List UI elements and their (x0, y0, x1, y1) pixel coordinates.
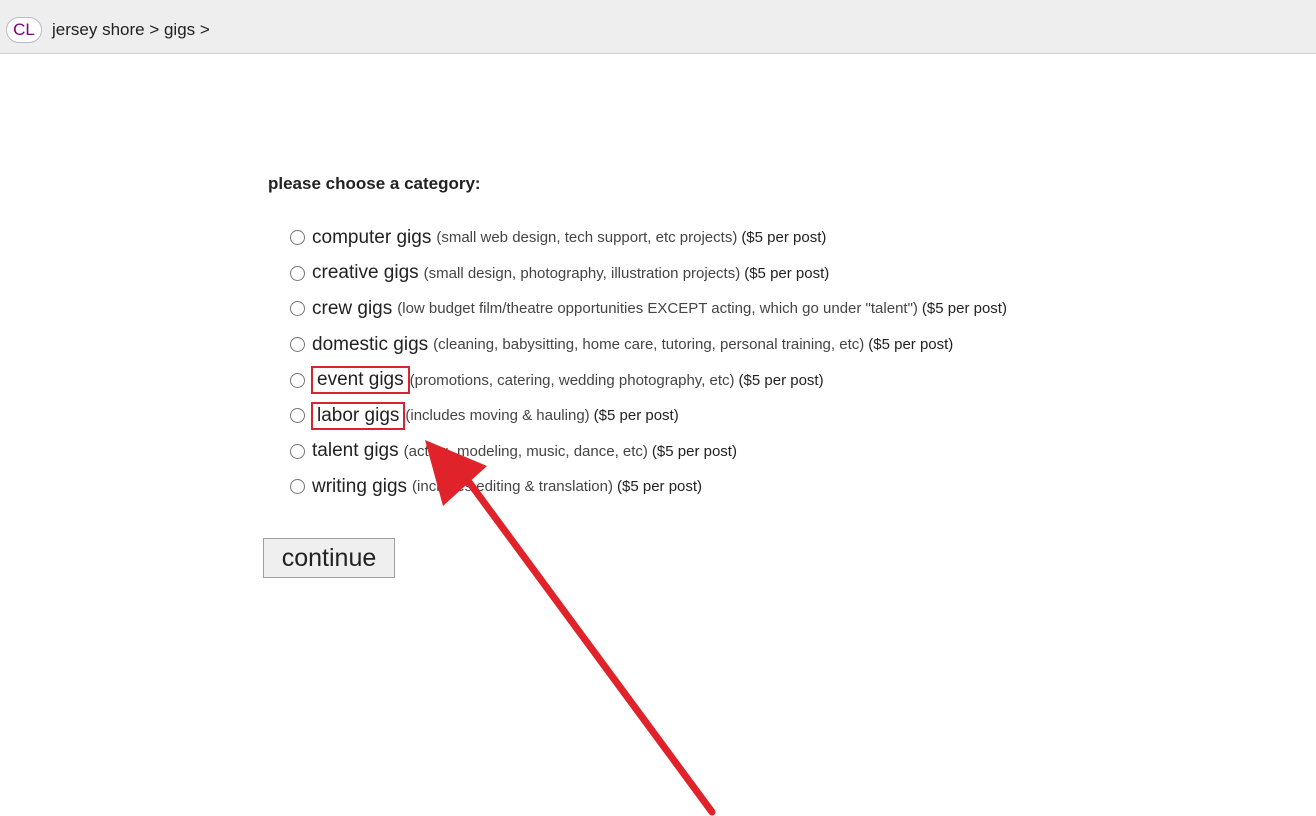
breadcrumb: jersey shore > gigs > (52, 19, 210, 41)
radio-button[interactable] (290, 372, 305, 388)
category-option[interactable]: labor gigs (includes moving & hauling) ($5… (290, 398, 1007, 434)
category-label[interactable]: event gigs (311, 366, 410, 395)
category-description: (includes moving & hauling) (405, 407, 590, 425)
radio-button[interactable] (290, 301, 305, 317)
category-price: ($5 per post) (738, 371, 824, 389)
page-heading: please choose a category: (268, 174, 481, 193)
category-price: ($5 per post) (741, 229, 827, 247)
category-description: (low budget film/theatre opportunities E… (397, 300, 918, 318)
category-price: ($5 per post) (617, 478, 703, 496)
category-price: ($5 per post) (921, 300, 1007, 318)
category-label[interactable]: creative gigs (312, 262, 419, 284)
radio-button[interactable] (290, 265, 305, 281)
category-label[interactable]: computer gigs (312, 227, 431, 249)
category-price: ($5 per post) (593, 407, 679, 425)
category-option[interactable]: crew gigs (low budget film/theatre opport… (290, 291, 1007, 327)
category-description: (cleaning, babysitting, home care, tutor… (433, 336, 865, 354)
craigslist-logo[interactable]: CL (6, 17, 42, 43)
category-option[interactable]: writing gigs (includes editing & translat… (290, 469, 1007, 505)
breadcrumb-text[interactable]: jersey shore > gigs > (52, 20, 210, 39)
category-description: (promotions, catering, wedding photograp… (409, 371, 735, 389)
category-list: computer gigs (small web design, tech sup… (290, 220, 1007, 505)
top-bar: CL jersey shore > gigs > (0, 0, 1316, 54)
category-description: (includes editing & translation) (412, 478, 613, 496)
category-option[interactable]: event gigs (promotions, catering, wedding… (290, 362, 1007, 398)
category-label[interactable]: writing gigs (312, 476, 407, 498)
category-label[interactable]: talent gigs (312, 440, 399, 462)
category-price: ($5 per post) (651, 442, 737, 460)
category-description: (small design, photography, illustration… (423, 264, 741, 282)
arrow-shaft (462, 474, 716, 816)
category-option[interactable]: creative gigs (small design, photography,… (290, 256, 1007, 292)
category-label[interactable]: labor gigs (310, 401, 406, 430)
category-option[interactable]: talent gigs (acting, modeling, music, dan… (290, 434, 1007, 470)
category-price: ($5 per post) (868, 336, 954, 354)
category-price: ($5 per post) (744, 264, 830, 282)
category-option[interactable]: domestic gigs (cleaning, babysitting, hom… (290, 327, 1007, 363)
radio-button[interactable] (290, 408, 305, 424)
radio-button[interactable] (290, 337, 305, 353)
category-label[interactable]: crew gigs (312, 298, 392, 320)
radio-button[interactable] (290, 443, 305, 459)
radio-button[interactable] (290, 479, 305, 495)
category-description: (acting, modeling, music, dance, etc) (403, 442, 648, 460)
category-option[interactable]: computer gigs (small web design, tech sup… (290, 220, 1007, 256)
category-label[interactable]: domestic gigs (312, 334, 428, 356)
category-description: (small web design, tech support, etc pro… (436, 229, 738, 247)
continue-button[interactable]: continue (263, 538, 395, 578)
radio-button[interactable] (290, 230, 305, 246)
